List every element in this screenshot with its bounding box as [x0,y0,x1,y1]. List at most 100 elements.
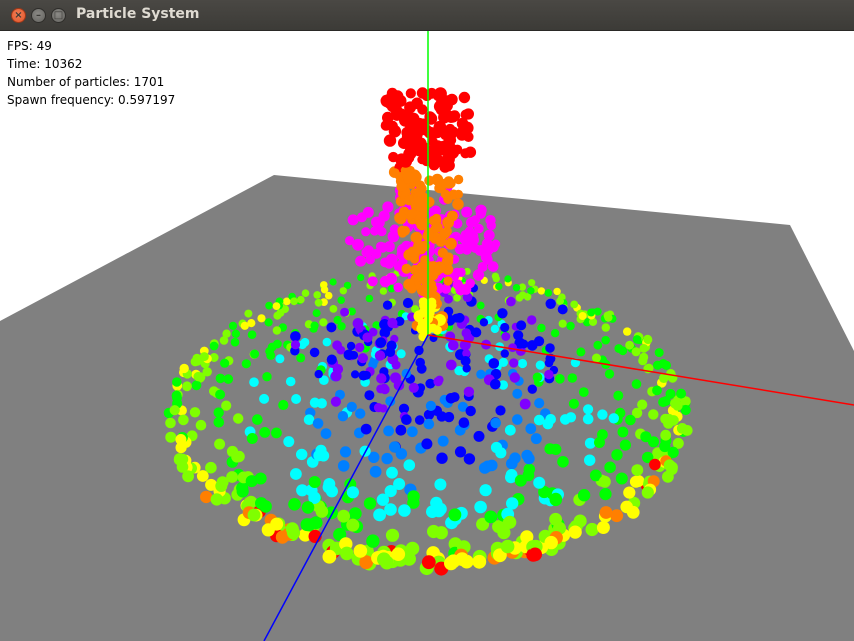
particle [537,287,546,295]
minimize-button[interactable]: – [31,8,46,23]
particle [464,146,477,158]
particle [514,474,527,487]
particle [389,441,401,453]
particle [387,317,398,329]
particle [374,350,386,361]
particle [618,346,628,356]
particle [461,206,473,218]
particle [415,357,426,368]
particle [226,471,239,483]
particle [290,297,298,306]
maximize-button[interactable]: □ [51,8,66,23]
particle [366,534,380,548]
particle [626,505,640,519]
particle [178,414,189,426]
particle [395,424,407,436]
particle [479,484,492,497]
particle [517,358,528,369]
particle [267,342,277,352]
window-title: Particle System [76,6,200,22]
gl-viewport[interactable]: FPS: 49 Time: 10362 Number of particles:… [0,31,854,641]
particle [442,216,454,229]
particle [346,518,360,532]
particle [527,384,537,394]
particle [583,404,594,415]
spawn-frequency-readout: Spawn frequency: 0.597197 [7,93,176,107]
particle [401,263,412,274]
particle [466,230,479,243]
particle [509,372,520,383]
particle [240,321,249,330]
fps-readout: FPS: 49 [7,39,52,53]
particle [322,337,332,347]
particle [498,357,508,367]
particle [213,417,225,428]
particle [402,297,414,309]
particle [617,426,629,438]
particle [448,508,462,522]
particle [326,354,337,365]
particle [233,413,244,424]
particle [326,322,337,333]
particle [329,305,338,313]
particle [385,347,396,357]
particle [528,547,542,562]
close-button[interactable]: × [11,8,26,23]
particle [444,294,453,304]
particle [465,405,476,417]
particle [214,438,226,450]
particle [519,339,529,349]
particle [272,302,281,310]
particle [410,232,422,244]
particle [544,289,553,297]
particle [528,279,536,287]
particle [330,396,341,407]
particle [210,493,223,506]
particle [322,481,335,494]
particle [364,390,375,401]
particle [362,332,373,343]
title-bar[interactable]: × – □ Particle System [0,0,854,31]
particle [445,331,456,342]
particle [322,549,337,564]
particle [508,343,517,352]
particle [568,525,582,539]
particle [316,398,327,409]
particle [454,446,467,458]
particle [285,522,299,536]
particle [373,508,386,522]
particle [402,152,414,164]
particle [495,282,503,291]
particle [317,450,330,462]
particle [340,546,354,561]
particle [380,94,394,108]
particle [443,411,455,423]
particle [320,281,328,289]
particle [500,349,509,358]
particle [414,415,425,425]
particle [394,212,407,225]
particle [376,373,387,384]
particle [475,204,487,216]
particle [314,298,323,307]
particle [285,376,296,387]
particle [472,554,487,569]
particle [191,380,202,391]
particle [639,352,649,362]
particle [391,547,406,561]
particle [297,295,305,304]
particle-scene[interactable] [0,31,854,641]
particle [512,414,523,425]
particle [404,139,417,152]
particle [257,314,266,323]
particle [613,390,624,401]
particle [291,394,302,404]
particle [611,449,623,461]
particle [582,413,594,425]
particle [406,426,418,438]
particle [176,453,189,465]
particle [393,478,406,490]
particle [396,349,406,359]
particle [490,417,502,429]
particle [643,335,653,345]
